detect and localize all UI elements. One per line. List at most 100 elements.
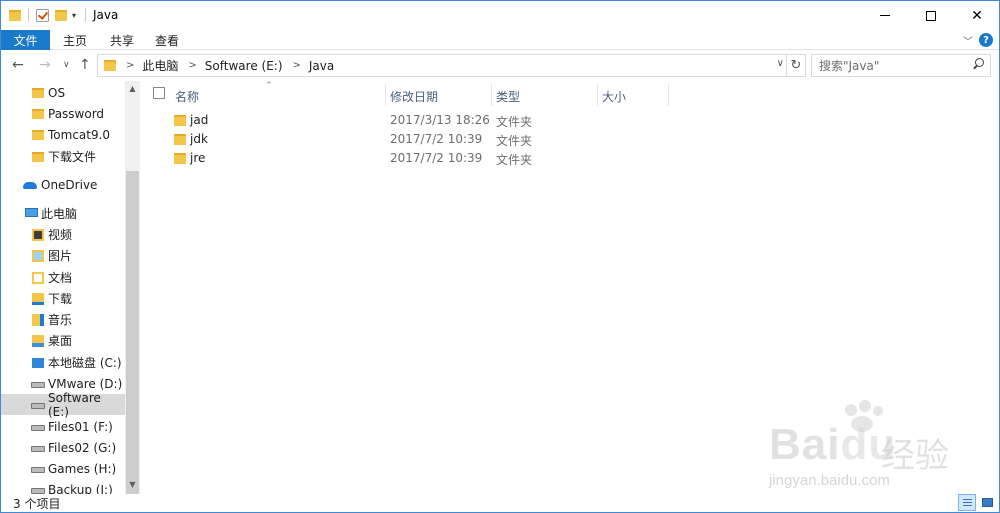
close-icon: ✕: [971, 7, 983, 24]
nav-scrollbar[interactable]: ▲ ▼: [125, 81, 140, 512]
scroll-down-icon[interactable]: ▼: [125, 477, 140, 492]
nav-item-label: OneDrive: [41, 177, 98, 192]
nav-item-this-pc[interactable]: 此电脑: [1, 203, 125, 224]
nav-item-download-files[interactable]: 下载文件: [1, 146, 125, 167]
drive-icon: [31, 425, 45, 431]
file-row[interactable]: jdk 2017/7/2 10:39 文件夹: [166, 130, 966, 149]
downloads-folder-icon: [32, 293, 44, 305]
column-divider[interactable]: [668, 84, 669, 106]
item-count: 3 个项目: [13, 497, 61, 511]
search-icon[interactable]: [973, 58, 984, 69]
column-header-size[interactable]: 大小: [602, 85, 626, 107]
nav-item-desktop[interactable]: 桌面: [1, 330, 125, 351]
window-folder-icon: [9, 7, 21, 23]
tab-file[interactable]: 文件: [1, 30, 50, 50]
file-date: 2017/7/2 10:39: [390, 132, 483, 146]
file-row[interactable]: jad 2017/3/13 18:26 文件夹: [166, 111, 966, 130]
nav-item-label: Software (E:): [48, 390, 101, 419]
back-arrow-icon: ←: [12, 57, 24, 73]
file-date: 2017/3/13 18:26: [390, 113, 490, 127]
file-name: jdk: [190, 132, 208, 146]
expand-ribbon-chevron-icon[interactable]: ﹀: [963, 33, 973, 48]
watermark-cn: 经验: [881, 436, 949, 476]
nav-item-downloads[interactable]: 下载: [1, 288, 125, 309]
column-header-date[interactable]: 修改日期: [390, 85, 438, 107]
nav-item-pictures[interactable]: 图片: [1, 245, 125, 266]
nav-item-label: OS: [48, 85, 66, 100]
tab-share[interactable]: 共享: [110, 32, 134, 49]
column-divider[interactable]: [597, 84, 598, 106]
minimize-button[interactable]: [862, 1, 908, 30]
nav-item-files01-f[interactable]: Files01 (F:): [1, 416, 125, 437]
column-header-type[interactable]: 类型: [496, 85, 520, 107]
paw-icon: [845, 404, 857, 416]
customize-quick-access-arrow-icon[interactable]: ▾: [72, 7, 76, 23]
nav-item-label: 桌面: [48, 334, 73, 348]
nav-item-games-h[interactable]: Games (H:): [1, 458, 125, 479]
file-type: 文件夹: [496, 115, 533, 129]
breadcrumb-software-drive[interactable]: Software (E:): [205, 59, 283, 73]
nav-item-label: 文档: [48, 271, 73, 285]
close-button[interactable]: ✕: [954, 1, 1000, 30]
maximize-button[interactable]: [908, 1, 954, 30]
navigation-pane: OS Password Tomcat9.0 下载文件 OneDrive 此电脑 …: [1, 81, 141, 494]
column-divider[interactable]: [491, 84, 492, 106]
nav-item-password[interactable]: Password: [1, 103, 125, 124]
nav-item-label: Games (H:): [48, 461, 117, 476]
nav-item-onedrive[interactable]: OneDrive: [1, 174, 125, 195]
nav-item-files02-g[interactable]: Files02 (G:): [1, 437, 125, 458]
back-button[interactable]: ←: [12, 57, 24, 73]
nav-item-local-disk-c[interactable]: 本地磁盘 (C:): [1, 352, 125, 373]
scroll-up-icon[interactable]: ▲: [125, 81, 140, 96]
breadcrumb-java[interactable]: Java: [309, 59, 334, 73]
refresh-button[interactable]: ↻: [787, 54, 806, 77]
explorer-window: ▾ Java ✕ 文件 主页 共享 查看 ﹀ ? ← → ∨ ↑ > 此电脑 >…: [0, 0, 1000, 513]
up-button[interactable]: ↑: [79, 57, 91, 73]
new-folder-icon[interactable]: [55, 7, 67, 23]
music-folder-icon: [32, 314, 44, 326]
drive-icon: [31, 403, 45, 409]
large-icons-view-button[interactable]: [978, 494, 996, 511]
pictures-folder-icon: [32, 250, 44, 262]
tab-view[interactable]: 查看: [155, 32, 179, 49]
breadcrumb-separator-icon[interactable]: >: [188, 60, 196, 71]
nav-item-os[interactable]: OS: [1, 82, 125, 103]
nav-item-documents[interactable]: 文档: [1, 267, 125, 288]
scrollbar-thumb[interactable]: [126, 171, 139, 512]
watermark-brand: Baidu: [769, 420, 896, 470]
nav-item-software-e[interactable]: Software (E:): [1, 391, 125, 419]
address-bar[interactable]: > 此电脑 > Software (E:) > Java ∨: [97, 54, 787, 77]
nav-item-label: 下载: [48, 292, 73, 306]
select-all-checkbox[interactable]: [153, 87, 165, 99]
breadcrumb-separator-icon[interactable]: >: [126, 60, 134, 71]
tab-home[interactable]: 主页: [63, 32, 87, 49]
nav-item-label: 图片: [48, 249, 73, 263]
help-icon[interactable]: ?: [979, 33, 993, 47]
breadcrumb-this-pc[interactable]: 此电脑: [142, 57, 178, 74]
nav-item-music[interactable]: 音乐: [1, 309, 125, 330]
file-name: jad: [190, 113, 209, 127]
nav-item-backup-i[interactable]: Backup (I:): [1, 479, 125, 494]
breadcrumb-separator-icon[interactable]: >: [293, 60, 301, 71]
column-divider[interactable]: [385, 84, 386, 106]
desktop-folder-icon: [32, 335, 44, 347]
folder-icon: [32, 88, 44, 98]
forward-arrow-icon: →: [39, 57, 51, 73]
nav-item-videos[interactable]: 视频: [1, 224, 125, 245]
details-view-button[interactable]: [958, 494, 976, 511]
column-header-name[interactable]: 名称: [175, 85, 199, 107]
forward-button[interactable]: →: [39, 57, 51, 73]
nav-item-label: Password: [48, 106, 105, 121]
nav-item-tomcat[interactable]: Tomcat9.0: [1, 124, 125, 145]
search-input[interactable]: 搜索"Java": [811, 54, 991, 77]
address-dropdown-icon[interactable]: ∨: [777, 58, 784, 69]
title-separator: [85, 7, 86, 23]
file-row[interactable]: jre 2017/7/2 10:39 文件夹: [166, 149, 966, 168]
nav-item-label: Backup (I:): [48, 482, 113, 495]
recent-locations-button[interactable]: ∨: [63, 60, 70, 70]
watermark-brand-part1: Bai: [769, 420, 841, 469]
properties-check-icon[interactable]: [36, 7, 49, 23]
nav-item-label: Files02 (G:): [48, 440, 117, 455]
quick-access-separator: [28, 7, 29, 23]
folder-icon: [174, 153, 186, 164]
